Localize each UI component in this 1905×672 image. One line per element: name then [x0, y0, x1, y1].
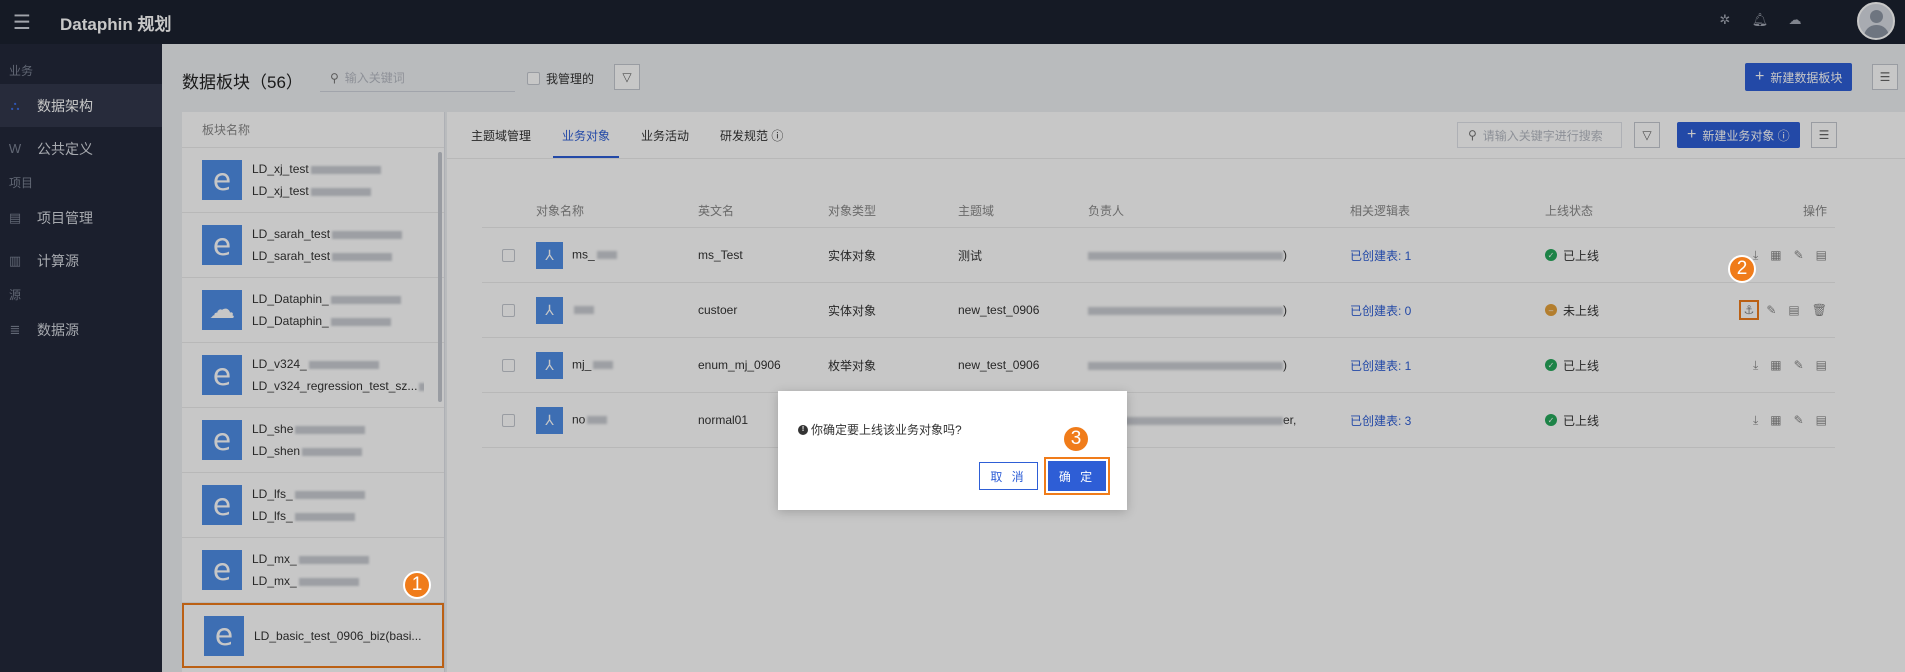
- modal-overlay[interactable]: [0, 0, 1905, 672]
- dialog-message-text: 你确定要上线该业务对象吗?: [811, 423, 962, 437]
- step-badge-2: 2: [1728, 255, 1756, 283]
- step-badge-3: 3: [1062, 425, 1090, 453]
- dialog-message: ! 你确定要上线该业务对象吗?: [798, 421, 962, 438]
- confirm-button[interactable]: 确 定: [1048, 461, 1106, 491]
- info-icon: !: [798, 424, 808, 435]
- confirm-highlight: 确 定: [1044, 457, 1110, 495]
- cancel-button[interactable]: 取 消: [979, 462, 1038, 490]
- step-badge-1: 1: [403, 571, 431, 599]
